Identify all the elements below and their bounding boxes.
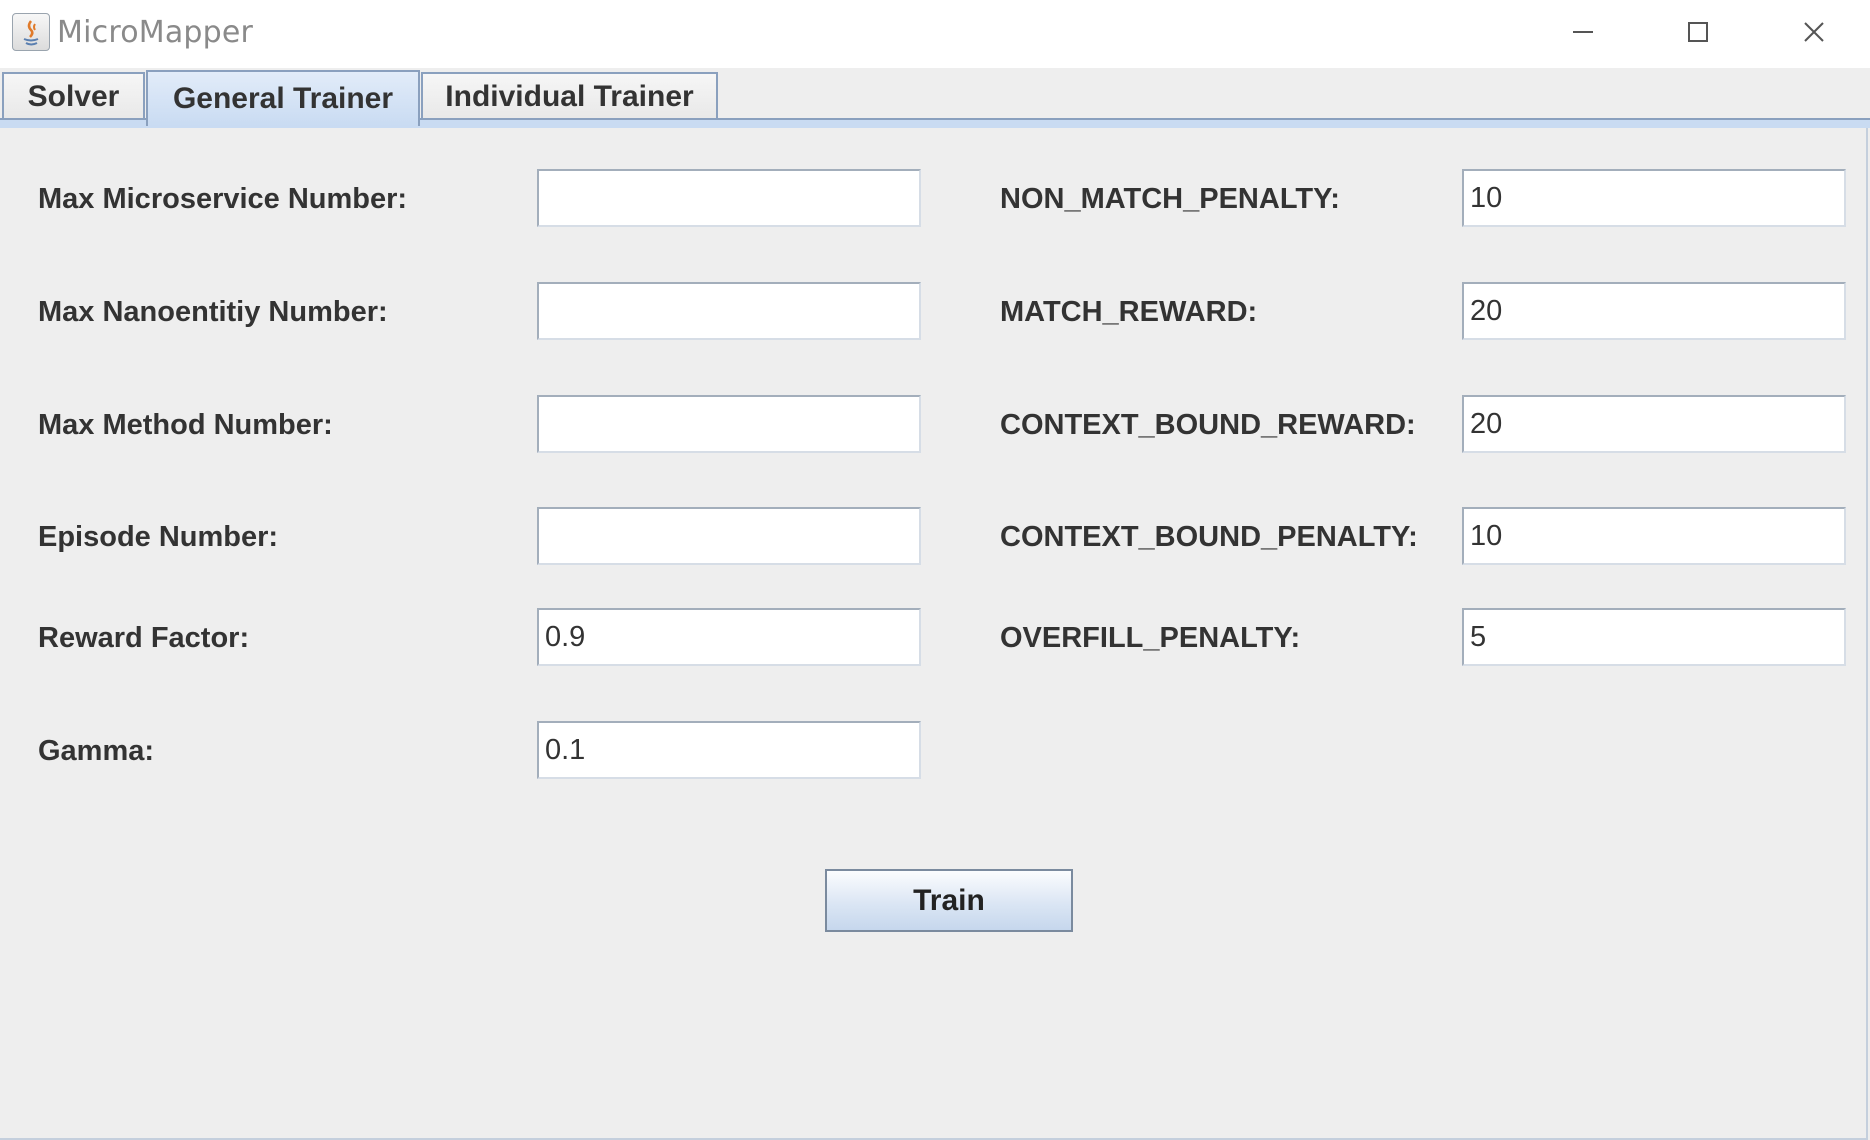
gamma-label: Gamma:	[38, 735, 155, 767]
close-button[interactable]	[1784, 10, 1844, 54]
reward-factor-input[interactable]: 0.9	[537, 608, 921, 666]
minimize-icon	[1573, 31, 1593, 33]
max-method-number-label: Max Method Number:	[38, 409, 333, 441]
max-nanoentity-number-input[interactable]	[537, 282, 921, 340]
maximize-icon	[1688, 22, 1708, 42]
context-bound-reward-label: CONTEXT_BOUND_REWARD:	[1000, 409, 1416, 441]
window-title: MicroMapper	[57, 15, 254, 50]
minimize-button[interactable]	[1553, 10, 1613, 54]
train-button[interactable]: Train	[825, 869, 1073, 932]
overfill-penalty-input[interactable]: 5	[1462, 608, 1846, 666]
tab-solver[interactable]: Solver	[2, 72, 145, 120]
max-microservice-number-label: Max Microservice Number:	[38, 183, 408, 215]
reward-factor-label: Reward Factor:	[38, 622, 250, 654]
java-app-icon	[12, 13, 50, 51]
episode-number-label: Episode Number:	[38, 521, 279, 553]
general-trainer-panel: Max Microservice Number: Max Nanoentitiy…	[0, 128, 1868, 1140]
max-nanoentity-number-label: Max Nanoentitiy Number:	[38, 296, 388, 328]
match-reward-input[interactable]: 20	[1462, 282, 1846, 340]
app-window: MicroMapper Solver General Trainer Indiv…	[0, 0, 1870, 1140]
title-bar[interactable]: MicroMapper	[0, 0, 1870, 68]
overfill-penalty-label: OVERFILL_PENALTY:	[1000, 622, 1301, 654]
max-microservice-number-input[interactable]	[537, 169, 921, 227]
tab-general-trainer[interactable]: General Trainer	[146, 70, 420, 126]
gamma-input[interactable]: 0.1	[537, 721, 921, 779]
max-method-number-input[interactable]	[537, 395, 921, 453]
context-bound-penalty-input[interactable]: 10	[1462, 507, 1846, 565]
close-icon	[1804, 22, 1824, 42]
maximize-button[interactable]	[1668, 10, 1728, 54]
context-bound-reward-input[interactable]: 20	[1462, 395, 1846, 453]
episode-number-input[interactable]	[537, 507, 921, 565]
tab-individual-trainer[interactable]: Individual Trainer	[421, 72, 718, 120]
match-reward-label: MATCH_REWARD:	[1000, 296, 1258, 328]
non-match-penalty-input[interactable]: 10	[1462, 169, 1846, 227]
non-match-penalty-label: NON_MATCH_PENALTY:	[1000, 183, 1340, 215]
context-bound-penalty-label: CONTEXT_BOUND_PENALTY:	[1000, 521, 1418, 553]
